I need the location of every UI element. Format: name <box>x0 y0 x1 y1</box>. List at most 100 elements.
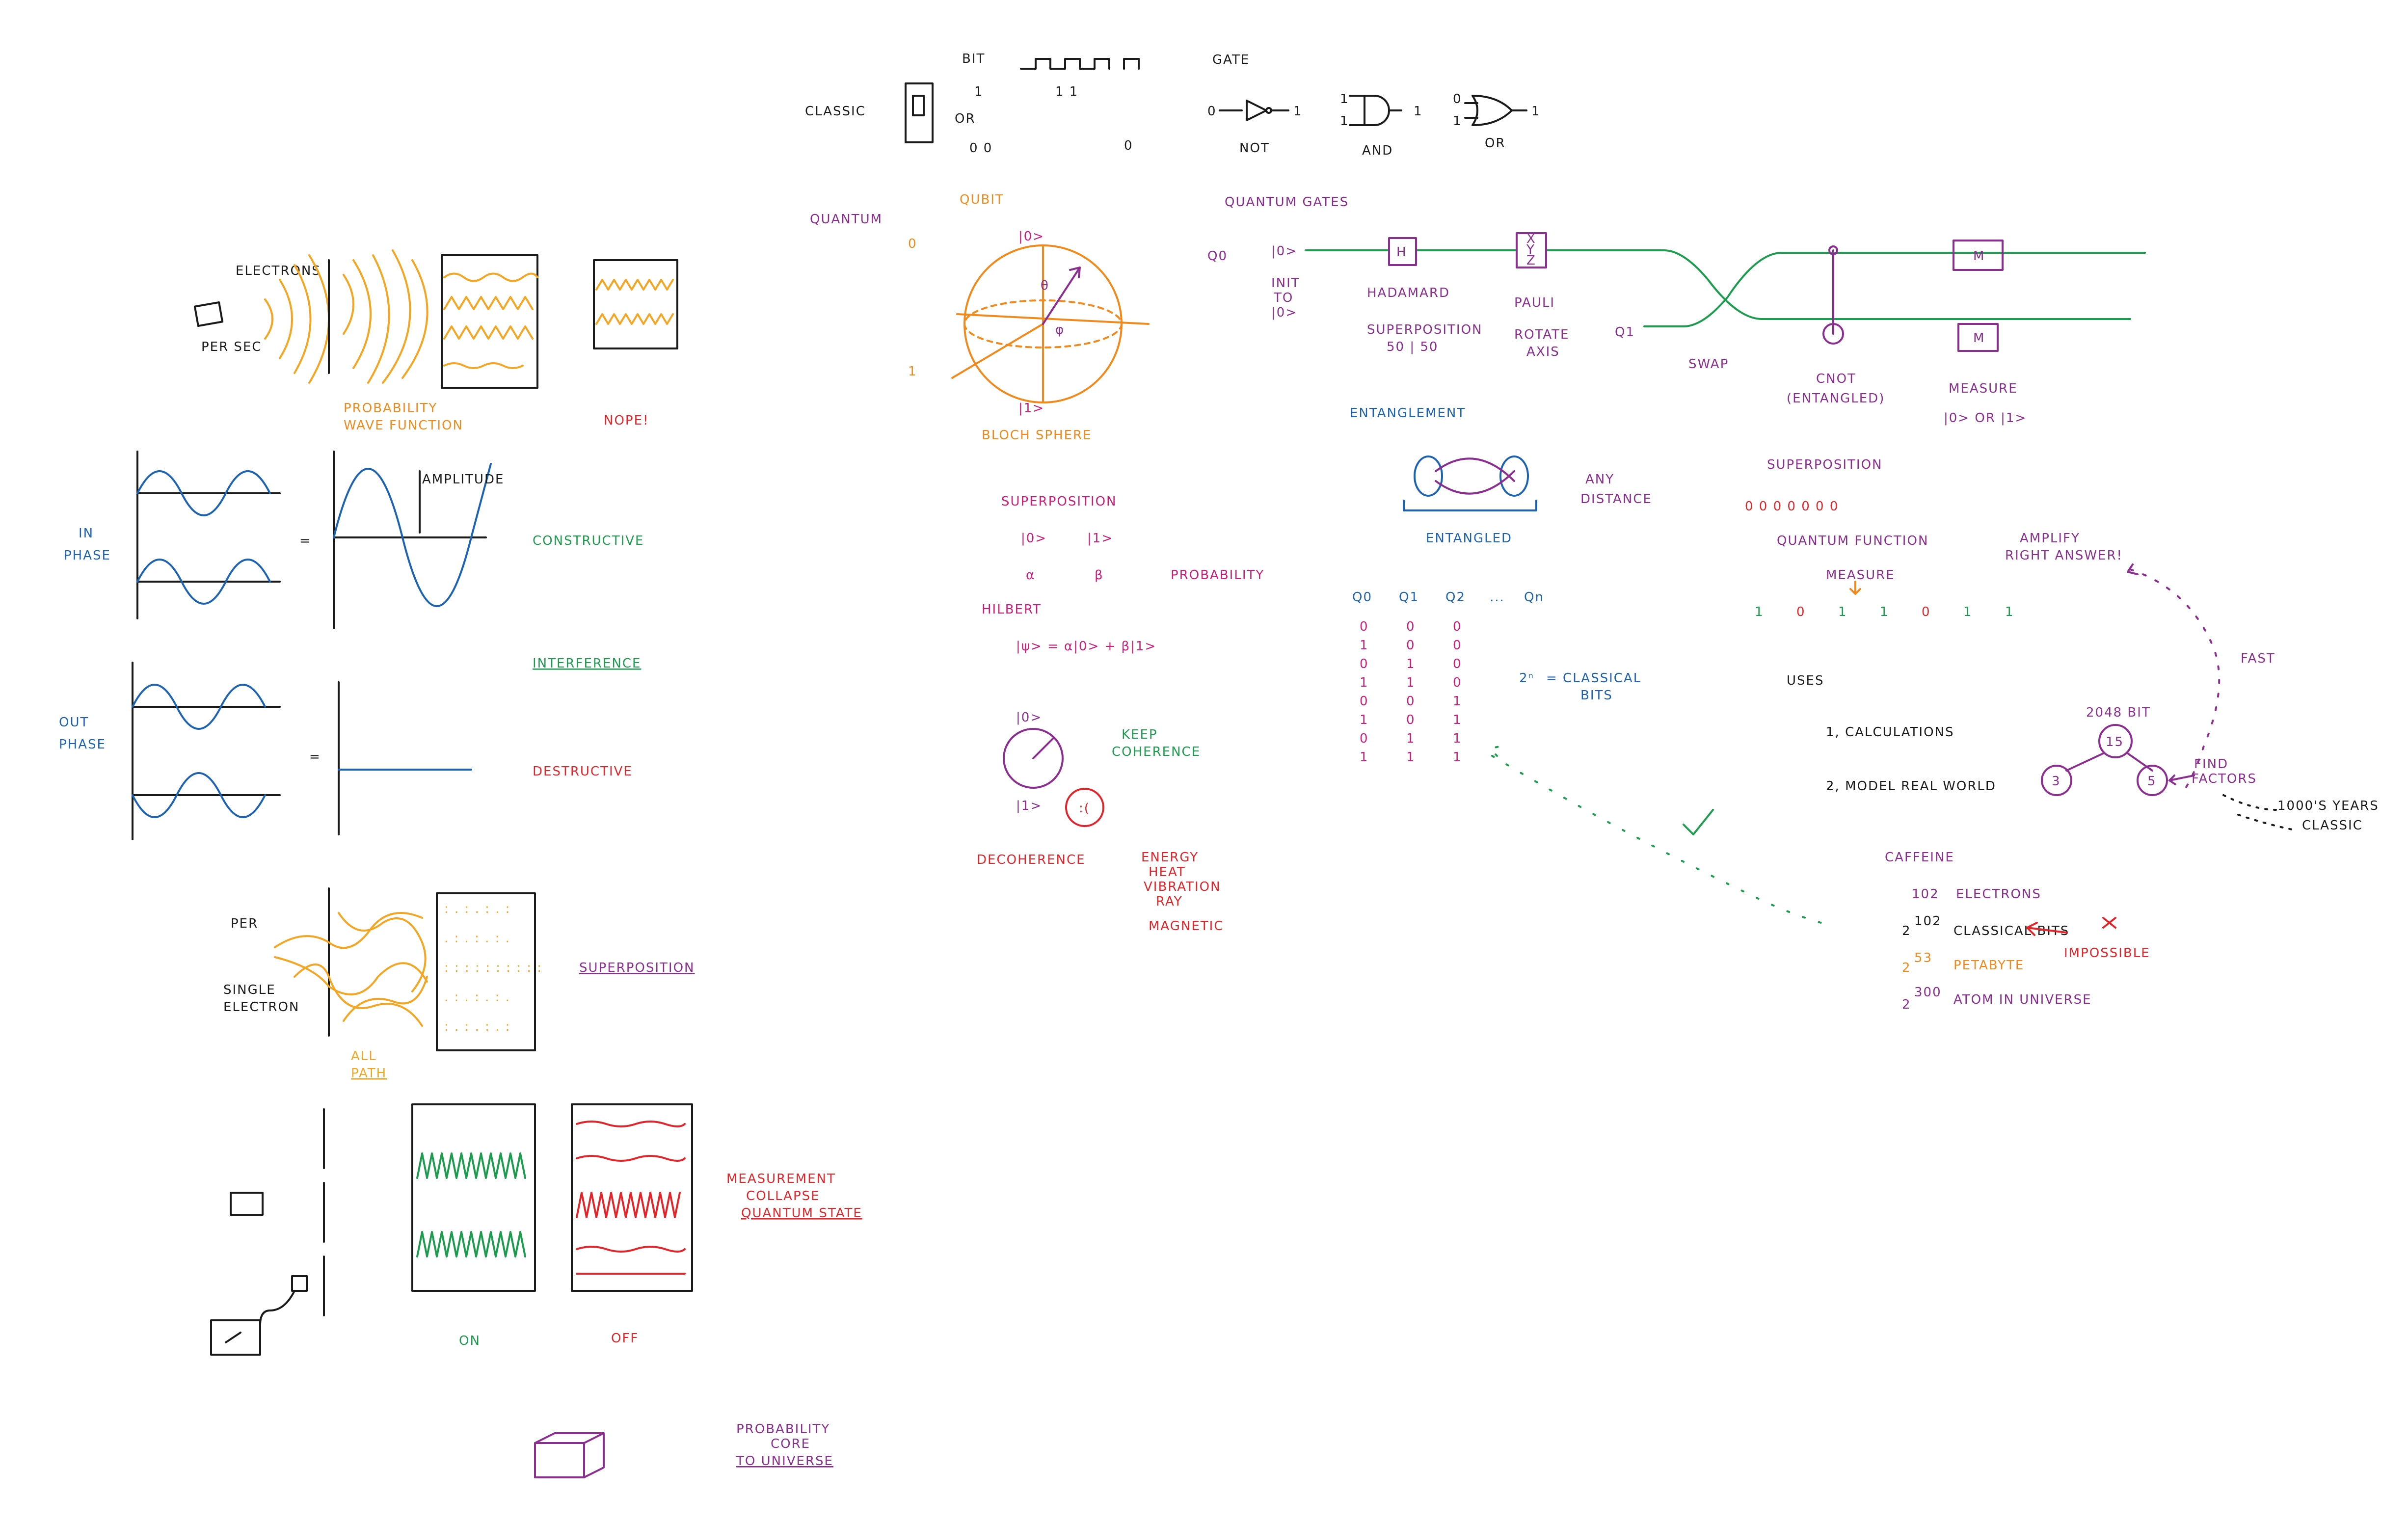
ket0-input: |0> <box>1271 244 1297 259</box>
qubit-state-cell: 1 <box>1360 750 1369 765</box>
detector-needle <box>225 1332 241 1343</box>
keep-coherence-label-1: KEEP <box>1122 727 1158 742</box>
coherence-ket1: |1> <box>1016 799 1042 813</box>
single-electron-label-1: SINGLE <box>223 983 276 997</box>
sad-face-mouth: :( <box>1079 801 1090 816</box>
caffeine-section: CAFFEINE 102 ELECTRONS 2 102 CLASSICAL B… <box>1489 745 2150 1012</box>
qubit-section: QUANTUM QUBIT 0 1 |0> θ φ |1> BLOCH SPHE… <box>810 192 1150 443</box>
gate-label: GATE <box>1212 53 1250 67</box>
dice-section: PROBABILITY CORE TO UNIVERSE <box>534 1422 832 1478</box>
off-label: OFF <box>611 1331 639 1346</box>
screen-nope <box>593 259 678 349</box>
svg-text:: . : . : . :: : . : . : . : <box>444 902 510 916</box>
phi-label: φ <box>1055 322 1065 337</box>
caffeine-row-0-text: ELECTRONS <box>1956 887 2041 902</box>
qubit-columns: 0 1 0 1 0 1 0 1 0 0 1 1 0 0 1 1 0 0 0 0 1 1 1 1 <box>1360 619 1462 765</box>
qubit-state-cell: 0 <box>1453 657 1462 671</box>
all-path-label-1: ALL <box>351 1049 377 1064</box>
quantum-label: QUANTUM <box>810 212 883 227</box>
interference-label: INTERFERENCE <box>533 656 641 671</box>
measure-bit: 1 <box>1963 605 1973 619</box>
caffeine-row-3-sup: 300 <box>1914 985 1942 1000</box>
out-phase-label-2: PHASE <box>59 737 106 752</box>
q1-wire <box>1643 252 2146 327</box>
in-phase-label-2: PHASE <box>64 548 111 563</box>
algorithm-section: SUPERPOSITION 0 0 0 0 0 0 0 QUANTUM FUNC… <box>1745 457 2379 833</box>
caffeine-row-2-base: 2 <box>1902 961 1911 975</box>
measure-bit: 1 <box>1838 605 1847 619</box>
bit-label: BIT <box>962 52 985 66</box>
measure-bit: 1 <box>1755 605 1764 619</box>
quantum-gates-label: QUANTUM GATES <box>1225 195 1349 210</box>
pauli-label-2: ROTATE <box>1514 327 1569 342</box>
qubit-state-cell: 1 <box>1360 713 1369 727</box>
entangled-particle-2 <box>1499 455 1529 497</box>
qubit-state-cell: 1 <box>1406 731 1416 746</box>
svg-text:: . : . : . :: : . : . : . : <box>444 1019 510 1034</box>
switch-icon <box>905 82 934 143</box>
superposition-mid-section: SUPERPOSITION |0> |1> α β PROBABILITY HI… <box>977 494 1263 934</box>
qubit-state-cell: 0 <box>1406 713 1416 727</box>
uses-item-2: 2, MODEL REAL WORLD <box>1826 779 1996 794</box>
hilbert-label: HILBERT <box>982 602 1042 617</box>
pauli-z: Z <box>1526 253 1536 268</box>
bit-value-2: 1 1 <box>1055 84 1078 99</box>
qubit-state-cell: 0 <box>1360 731 1369 746</box>
prob-wave-label-2: WAVE FUNCTION <box>344 418 463 433</box>
measure-bits: 1 0 1 1 0 1 1 <box>1755 605 2014 619</box>
pauli-label-1: PAULI <box>1514 295 1555 310</box>
caffeine-row-2-sup: 53 <box>1914 951 1932 965</box>
measure-gate-0-label: M <box>1973 249 1985 264</box>
superposition-5050-label-2: 50 | 50 <box>1387 340 1438 354</box>
amplify-label-2: RIGHT ANSWER! <box>2005 548 2123 563</box>
qubit-label: QUBIT <box>960 192 1004 207</box>
psi-equation: |ψ> = α|0> + β|1> <box>1016 639 1156 654</box>
bloch-ket0: |0> <box>1018 229 1044 244</box>
prob-core-label-2: CORE <box>771 1437 810 1451</box>
bit-value-3: 0 0 <box>969 141 992 156</box>
superposition-mid-label: SUPERPOSITION <box>1001 494 1117 509</box>
bit-value-1: 1 <box>974 84 984 99</box>
qubit-states-section: Q0 Q1 Q2 ... Qn 0 1 0 1 0 1 0 1 0 0 1 1 0 0 1 1 0 0 0 0 1 1 1 1… <box>1352 590 1640 765</box>
tree-edge-left <box>2065 752 2104 772</box>
qubit-state-cell: 0 <box>1360 657 1369 671</box>
caffeine-row-3-base: 2 <box>1902 997 1911 1012</box>
qubit-state-cell: 1 <box>1360 638 1369 653</box>
per-label: PER <box>231 916 258 931</box>
entangled-bracket <box>1403 500 1537 511</box>
qubit-state-cell: 0 <box>1453 619 1462 634</box>
or-input-2: 1 <box>1453 114 1462 129</box>
ket-row-1: |1> <box>1087 531 1113 546</box>
caffeine-row-3-text: ATOM IN UNIVERSE <box>1953 992 2092 1007</box>
measure-bit: 0 <box>1922 605 1931 619</box>
any-distance-label-2: DISTANCE <box>1580 492 1652 507</box>
quantum-function-label: QUANTUM FUNCTION <box>1777 534 1928 548</box>
out-phase-label-1: OUT <box>59 715 89 730</box>
svg-text:. : . : . : .: . : . : . : . <box>444 931 510 946</box>
interference-section: IN PHASE = AMPLITUDE CONSTRUCTIVE INTERF… <box>59 451 643 840</box>
detector-box <box>291 1275 308 1292</box>
energy-label-2: VIBRATION <box>1144 880 1221 894</box>
impossible-label: IMPOSSIBLE <box>2064 946 2150 961</box>
qubit-state-cell: 1 <box>1406 657 1416 671</box>
qubits-header-2: Q2 <box>1445 590 1466 605</box>
classic-years-label-1: 1000'S YEARS <box>2277 799 2379 813</box>
all-path-label-2: PATH <box>351 1066 387 1081</box>
caffeine-arrow <box>1489 745 1822 924</box>
classical-bits-label-2: BITS <box>1580 688 1613 703</box>
dot-pattern: : . : . : . : . : . : . : . : : : : : : … <box>444 902 541 1034</box>
decoherence-label: DECOHERENCE <box>977 853 1086 867</box>
electrons-label: ELECTRONS <box>236 264 321 278</box>
not-label: NOT <box>1239 141 1270 156</box>
qubit-state-cell: 0 <box>1406 619 1416 634</box>
whiteboard-canvas: BIT CLASSIC OR 1 1 1 0 0 0 GATE 0 1 NOT … <box>59 52 2379 1478</box>
measurement-label-3: QUANTUM STATE <box>741 1206 862 1221</box>
qubit-state-cell: 1 <box>1406 750 1416 765</box>
swap-label: SWAP <box>1688 357 1729 372</box>
prob-wave-label-1: PROBABILITY <box>344 401 437 416</box>
measure-bit: 1 <box>2005 605 2014 619</box>
init-label-3: |0> <box>1271 305 1297 320</box>
uses-label: USES <box>1787 673 1824 688</box>
energy-label-4: MAGNETIC <box>1149 919 1224 934</box>
prob-core-label-1: PROBABILITY <box>736 1422 830 1437</box>
